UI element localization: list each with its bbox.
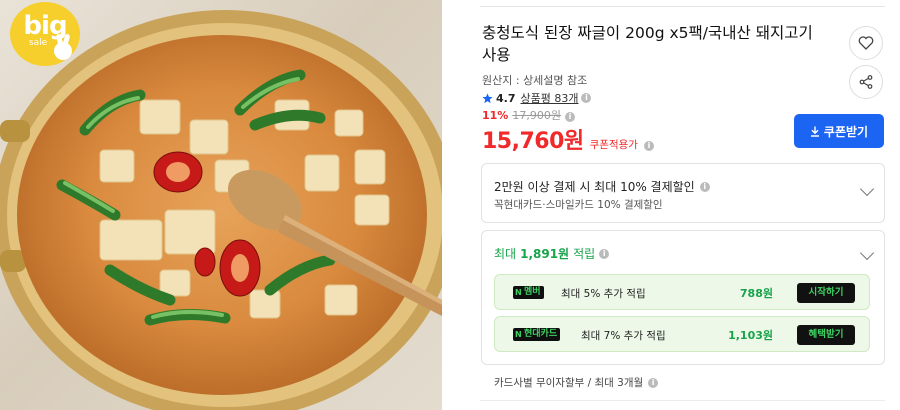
info-icon[interactable]: i xyxy=(564,112,575,122)
product-title: 충청도식 된장 짜글이 200g x5팩/국내산 돼지고기 사용 xyxy=(482,24,813,64)
reviews-link[interactable]: 상품평 83개 xyxy=(521,90,579,106)
product-image[interactable]: big sale xyxy=(0,0,442,410)
membership-points-offer: 멤버 최대 5% 추가 적립 788원 시작하기 xyxy=(494,274,870,310)
hyundai-card-points-offer: 현대카드 최대 7% 추가 적립 1,103원 혜택받기 xyxy=(494,316,870,352)
get-benefit-button[interactable]: 혜택받기 xyxy=(797,325,855,345)
coupon-button-label: 쿠폰받기 xyxy=(823,124,869,139)
origin-label: 원산지 : xyxy=(482,74,520,87)
info-icon[interactable]: i xyxy=(699,181,710,192)
coupon-price-note: 쿠폰적용가 xyxy=(589,139,638,151)
info-icon[interactable]: i xyxy=(581,93,592,103)
share-button[interactable] xyxy=(849,65,883,99)
offer-points: 788원 xyxy=(739,287,773,300)
installment-info: 카드사별 무이자할부 / 최대 3개월 i xyxy=(494,375,659,390)
payment-discount-text: 2만원 이상 결제 시 최대 10% 결제할인 xyxy=(494,180,695,194)
stew-illustration xyxy=(0,10,442,410)
divider xyxy=(480,400,885,401)
price-row: 15,760원 쿠폰적용가 i xyxy=(482,123,654,155)
payment-discount-title: 2만원 이상 결제 시 최대 10% 결제할인 i xyxy=(494,178,710,195)
chevron-down-icon[interactable] xyxy=(859,181,875,197)
star-icon xyxy=(482,92,493,103)
points-header: 최대 1,891원 적립 i xyxy=(494,245,610,262)
discount-rate: 11% xyxy=(482,109,509,122)
big-sale-badge: big sale xyxy=(10,2,80,66)
payment-discount-detail: 꼭현대카드·스마일카드 10% 결제할인 xyxy=(494,199,663,211)
points-box: 최대 1,891원 적립 i 멤버 최대 5% 추가 적립 788원 시작하기 … xyxy=(481,230,885,365)
original-price: 17,900원 xyxy=(512,109,561,122)
divider xyxy=(480,6,885,7)
membership-tag: 멤버 xyxy=(513,286,544,299)
share-icon xyxy=(859,75,873,89)
offer-points: 1,103원 xyxy=(728,329,773,342)
points-label: 최대 xyxy=(494,247,517,261)
heart-icon xyxy=(858,36,874,50)
info-icon[interactable]: i xyxy=(599,248,610,259)
discount-row: 11% 17,900원 i xyxy=(482,107,575,123)
badge-sale-text: sale xyxy=(28,38,48,48)
get-coupon-button[interactable]: 쿠폰받기 xyxy=(794,114,884,148)
start-membership-button[interactable]: 시작하기 xyxy=(797,283,855,303)
info-icon[interactable]: i xyxy=(648,377,659,388)
wishlist-button[interactable] xyxy=(849,26,883,60)
product-page: big sale 충청도식 된장 짜글이 200g x5팩/국내산 돼지고기 사… xyxy=(0,0,900,410)
rating-row: 4.7 상품평 83개 i xyxy=(482,90,592,106)
origin-info: 원산지 : 상세설명 참조 xyxy=(482,72,587,88)
points-suffix: 적립 xyxy=(573,247,596,261)
bunny-mascot-icon xyxy=(54,42,72,60)
installment-text: 카드사별 무이자할부 / 최대 3개월 xyxy=(494,377,644,389)
product-info-panel: 충청도식 된장 짜글이 200g x5팩/국내산 돼지고기 사용 원산지 : 상… xyxy=(480,0,885,410)
info-icon[interactable]: i xyxy=(643,141,654,151)
payment-discount-box[interactable]: 2만원 이상 결제 시 최대 10% 결제할인 i 꼭현대카드·스마일카드 10… xyxy=(481,163,885,223)
download-icon xyxy=(810,126,819,137)
hyundai-card-tag: 현대카드 xyxy=(513,328,561,341)
rating-score: 4.7 xyxy=(496,91,516,105)
offer-description: 최대 5% 추가 적립 xyxy=(561,288,646,300)
points-amount: 1,891원 xyxy=(520,247,570,261)
sale-price: 15,760원 xyxy=(482,129,584,154)
origin-value: 상세설명 참조 xyxy=(523,74,588,87)
chevron-down-icon[interactable] xyxy=(859,245,875,261)
offer-description: 최대 7% 추가 적립 xyxy=(581,330,666,342)
